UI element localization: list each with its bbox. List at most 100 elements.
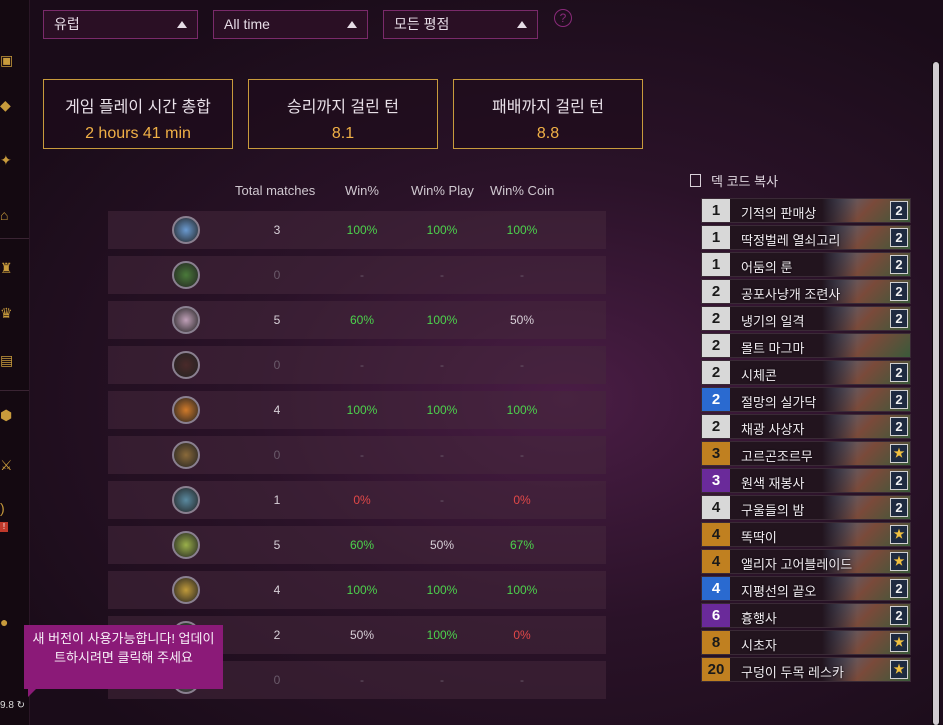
card-count: 2	[890, 363, 908, 382]
deck-card[interactable]: 6 흉행사 2	[701, 603, 911, 628]
card-name: 기적의 판매상	[741, 206, 817, 221]
cell-coin: -	[520, 448, 524, 462]
deck-card[interactable]: 1 딱정벌레 열쇠고리 2	[701, 225, 911, 250]
cell-play: -	[440, 493, 444, 507]
card-name: 앨리자 고어블레이드	[741, 557, 853, 572]
deck-card[interactable]: 2 절망의 실가닥 2	[701, 387, 911, 412]
card-count: 2	[890, 201, 908, 220]
cell-matches: 1	[273, 493, 281, 507]
swords-icon[interactable]: ⚔	[0, 455, 14, 475]
card-count: 2	[890, 417, 908, 436]
cell-win: 60%	[349, 313, 375, 327]
cell-matches: 5	[273, 538, 281, 552]
class-priest-icon	[172, 306, 200, 334]
caret-up-icon	[347, 21, 357, 28]
cards-icon[interactable]: ▤	[0, 350, 14, 370]
shield-icon[interactable]: ⬢	[0, 405, 14, 425]
table-row: 0 - - -	[108, 436, 606, 474]
card-name: 딱정벌레 열쇠고리	[741, 233, 841, 248]
chat-icon[interactable]: ●	[0, 612, 14, 632]
cell-win: 60%	[349, 538, 375, 552]
stat-value: 8.1	[331, 125, 355, 142]
cell-coin: 100%	[506, 403, 538, 417]
cell-play: 100%	[426, 628, 458, 642]
deck-card[interactable]: 8 시초자 ★	[701, 630, 911, 655]
deck-card[interactable]: 1 기적의 판매상 2	[701, 198, 911, 223]
update-toast[interactable]: 새 버전이 사용가능합니다! 업데이트하시려면 클릭해 주세요	[24, 625, 223, 697]
deck-card[interactable]: 2 냉기의 일격 2	[701, 306, 911, 331]
deck-card[interactable]: 2 공포사냥개 조련사 2	[701, 279, 911, 304]
card-count: 2	[890, 579, 908, 598]
class-hunter-icon	[172, 261, 200, 289]
copy-deck-code-button[interactable]: 덱 코드 복사	[690, 171, 778, 190]
class-warrior-icon	[172, 441, 200, 469]
class-mage-icon	[172, 216, 200, 244]
header-win: Win%	[345, 183, 379, 198]
card-name: 어둠의 룬	[741, 260, 793, 275]
deck-card[interactable]: 4 지평선의 끝오 2	[701, 576, 911, 601]
update-toast-text: 새 버전이 사용가능합니다! 업데이트하시려면 클릭해 주세요	[32, 631, 215, 665]
deck-card[interactable]: 2 시체콘 2	[701, 360, 911, 385]
card-count: 2	[890, 471, 908, 490]
crown-icon[interactable]: ♛	[0, 303, 14, 323]
cell-play: 50%	[429, 538, 455, 552]
table-row: 5 60% 100% 50%	[108, 301, 606, 339]
deck-card[interactable]: 4 앨리자 고어블레이드 ★	[701, 549, 911, 574]
deck-card[interactable]: 20 구덩이 두목 레스카 ★	[701, 657, 911, 682]
region-dropdown[interactable]: 유럽	[43, 10, 198, 39]
sidebar-divider	[0, 238, 29, 239]
header-win-play: Win% Play	[411, 183, 474, 198]
table-row: 0 - - -	[108, 256, 606, 294]
stat-value: 2 hours 41 min	[85, 125, 191, 142]
card-name: 몰트 마그마	[741, 341, 805, 356]
legendary-star-icon: ★	[890, 444, 908, 463]
deck-card[interactable]: 4 구울들의 밤 2	[701, 495, 911, 520]
cell-win: 100%	[346, 583, 378, 597]
deck-icon[interactable]: ◆	[0, 95, 14, 115]
deck-card[interactable]: 4 똑딱이 ★	[701, 522, 911, 547]
scrollbar-thumb[interactable]	[933, 62, 939, 725]
deck-card[interactable]: 3 고르곤조르무 ★	[701, 441, 911, 466]
card-cost: 20	[702, 658, 730, 681]
card-cost: 2	[702, 307, 730, 330]
table-row: 3 100% 100% 100%	[108, 211, 606, 249]
deck-card[interactable]: 2 채광 사상자 2	[701, 414, 911, 439]
class-rogue-icon	[172, 396, 200, 424]
help-icon[interactable]: ?	[554, 9, 572, 27]
tavern-icon[interactable]: ♜	[0, 258, 14, 278]
broadcast-icon[interactable]: )	[0, 498, 14, 518]
cell-matches: 0	[273, 673, 281, 687]
card-name: 공포사냥개 조련사	[741, 287, 841, 302]
card-cost: 3	[702, 442, 730, 465]
cell-win: 100%	[346, 223, 378, 237]
header-win-coin: Win% Coin	[490, 183, 555, 198]
card-count: 2	[890, 282, 908, 301]
deck-card[interactable]: 2 몰트 마그마	[701, 333, 911, 358]
card-cost: 3	[702, 469, 730, 492]
copy-label: 덱 코드 복사	[711, 174, 779, 189]
card-cost: 1	[702, 199, 730, 222]
arena-icon[interactable]: ✦	[0, 150, 14, 170]
card-name: 시초자	[741, 638, 777, 653]
rank-dropdown[interactable]: 모든 평점	[383, 10, 538, 39]
notification-badge: !	[0, 522, 8, 532]
table-row: 4 100% 100% 100%	[108, 391, 606, 429]
stat-turns-to-lose: 패배까지 걸린 턴 8.8	[453, 79, 643, 149]
time-dropdown[interactable]: All time	[213, 10, 368, 39]
card-name: 구덩이 두목 레스카	[741, 665, 844, 680]
cell-play: -	[440, 268, 444, 282]
deck-card[interactable]: 1 어둠의 룬 2	[701, 252, 911, 277]
deck-card[interactable]: 3 원색 재봉사 2	[701, 468, 911, 493]
stat-label: 승리까지 걸린 턴	[287, 99, 399, 116]
collection-icon[interactable]: ▣	[0, 50, 14, 70]
card-name: 흉행사	[741, 611, 777, 626]
cell-play: -	[440, 448, 444, 462]
cell-win: -	[360, 268, 364, 282]
stat-value: 8.8	[536, 125, 560, 142]
cell-coin: 67%	[509, 538, 535, 552]
card-name: 냉기의 일격	[741, 314, 805, 329]
home-icon[interactable]: ⌂	[0, 205, 14, 225]
table-row: 5 60% 50% 67%	[108, 526, 606, 564]
scrollbar[interactable]	[932, 62, 940, 725]
cell-win: -	[360, 358, 364, 372]
